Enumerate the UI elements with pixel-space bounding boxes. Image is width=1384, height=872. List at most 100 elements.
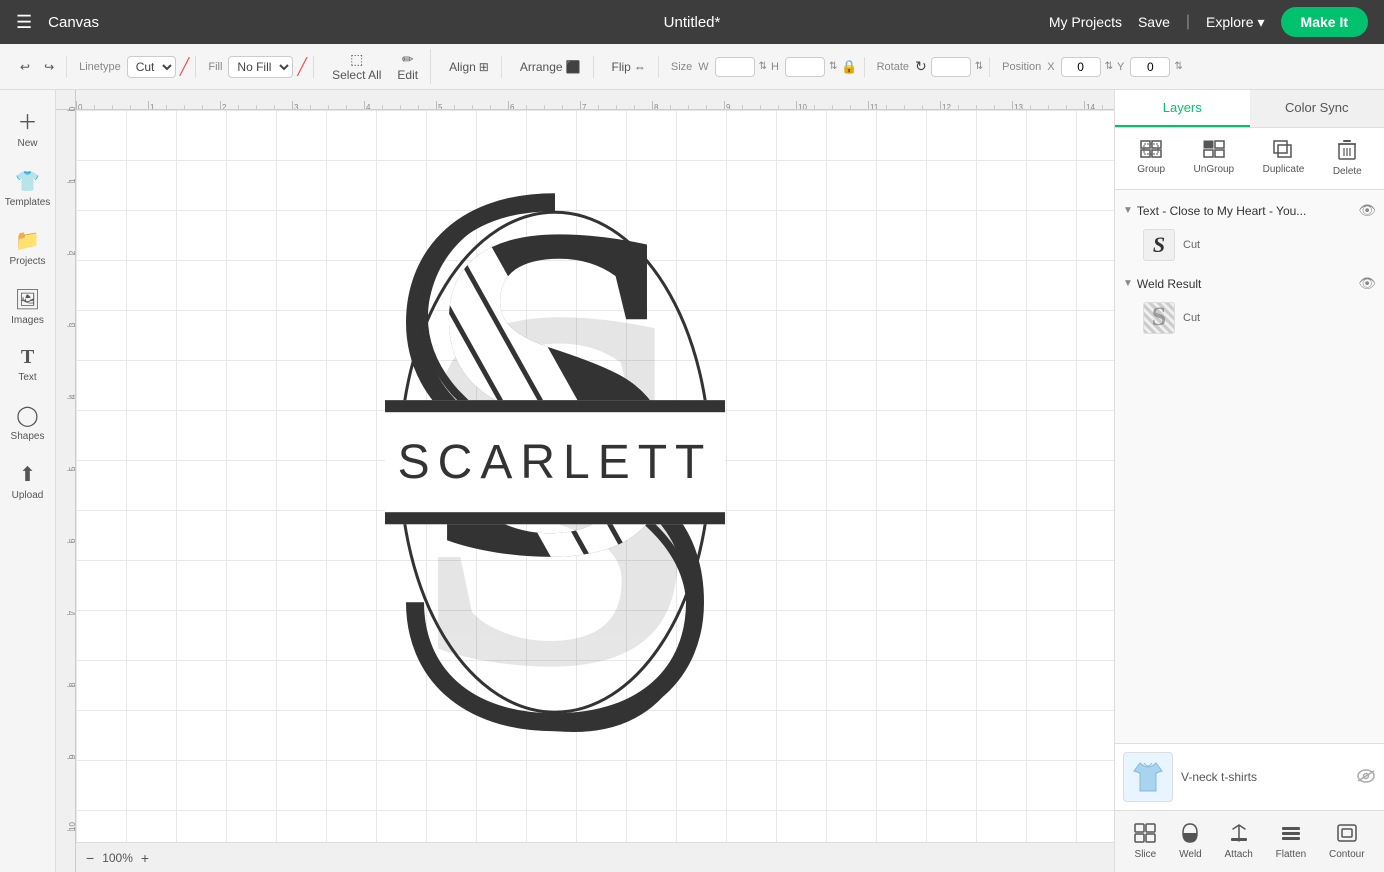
position-group: Position X ⇅ Y ⇅	[996, 57, 1189, 77]
sidebar-item-templates[interactable]: 👕 Templates	[3, 161, 53, 216]
flatten-button[interactable]: Flatten	[1268, 819, 1315, 864]
h-label: H	[771, 61, 779, 73]
images-label: Images	[11, 315, 44, 326]
images-icon: 🖼	[15, 287, 40, 312]
tab-color-sync-label: Color Sync	[1285, 100, 1349, 115]
edit-label: Edit	[397, 68, 418, 82]
layer-group-weld-header[interactable]: ▼ Weld Result 👁	[1115, 271, 1384, 296]
duplicate-button[interactable]: Duplicate	[1255, 136, 1313, 181]
x-label: X	[1047, 61, 1054, 73]
zoom-out-button[interactable]: −	[86, 850, 94, 866]
zoom-in-button[interactable]: +	[141, 850, 149, 866]
slice-label: Slice	[1135, 849, 1157, 860]
group-button[interactable]: Group	[1129, 136, 1173, 181]
delete-button[interactable]: Delete	[1325, 136, 1370, 181]
size-arrows-w: ⇅	[759, 61, 767, 72]
flatten-icon	[1280, 823, 1302, 846]
width-input[interactable]	[715, 57, 755, 77]
ungroup-button[interactable]: UnGroup	[1186, 136, 1243, 181]
hamburger-menu-icon[interactable]: ☰	[16, 12, 32, 33]
sidebar-item-projects[interactable]: 📁 Projects	[3, 220, 53, 275]
edit-icon: ✏	[402, 51, 414, 68]
layer-group-text: ▼ Text - Close to My Heart - You... 👁 S …	[1115, 198, 1384, 267]
tab-layers[interactable]: Layers	[1115, 90, 1250, 127]
undo-button[interactable]: ↩	[14, 56, 36, 78]
flip-group: Flip ⇔	[600, 56, 659, 78]
arrange-icon: ⬛	[566, 60, 581, 74]
fill-label: Fill	[208, 61, 222, 73]
save-link[interactable]: Save	[1138, 14, 1170, 30]
sidebar-item-text[interactable]: T Text	[3, 338, 53, 391]
duplicate-label: Duplicate	[1263, 164, 1305, 175]
toolbar: ↩ ↪ Linetype Cut ╱ Fill No Fill ╱ ⬚ Sele…	[0, 44, 1384, 90]
design-container[interactable]: S S	[355, 182, 755, 747]
delete-icon	[1338, 140, 1356, 163]
height-input[interactable]	[785, 57, 825, 77]
preview-eye-slash-icon[interactable]	[1356, 769, 1376, 786]
size-arrows-h: ⇅	[829, 61, 837, 72]
flip-button[interactable]: Flip ⇔	[606, 56, 652, 78]
layer-actions: Group UnGroup	[1115, 128, 1384, 190]
weld-label: Weld	[1179, 849, 1202, 860]
vertical-ruler: 012345678910	[56, 110, 76, 872]
tab-layers-label: Layers	[1163, 100, 1202, 115]
y-arrows: ⇅	[1174, 61, 1182, 72]
my-projects-link[interactable]: My Projects	[1049, 14, 1122, 30]
canvas-white[interactable]: S S	[76, 110, 1114, 842]
align-button[interactable]: Align ⊞	[443, 56, 495, 78]
linetype-label: Linetype	[79, 61, 121, 73]
layer-item-s-text[interactable]: S Cut	[1115, 223, 1384, 267]
sidebar-item-images[interactable]: 🖼 Images	[3, 279, 53, 334]
design-svg: S S	[355, 182, 755, 742]
contour-icon	[1336, 823, 1358, 846]
lock-icon[interactable]: 🔒	[841, 59, 857, 75]
new-label: New	[17, 138, 37, 149]
y-input[interactable]	[1130, 57, 1170, 77]
rotate-group: Rotate ↻ ⇅	[871, 57, 991, 77]
attach-button[interactable]: Attach	[1217, 819, 1261, 864]
flip-icon: ⇔	[634, 60, 646, 74]
select-all-button[interactable]: ⬚ Select All	[326, 49, 387, 84]
edit-button[interactable]: ✏ Edit	[391, 49, 424, 84]
canvas-area[interactable]: 01234567891011121314 012345678910 S	[56, 90, 1114, 872]
arrange-button[interactable]: Arrange ⬛	[514, 56, 587, 78]
chevron-down-icon-weld: ▼	[1123, 278, 1133, 289]
sidebar-item-upload[interactable]: ⬆ Upload	[3, 454, 53, 509]
undo-redo-group: ↩ ↪	[8, 56, 67, 78]
sidebar-item-shapes[interactable]: ◯ Shapes	[3, 395, 53, 450]
text-icon: T	[21, 346, 34, 369]
x-input[interactable]	[1061, 57, 1101, 77]
layer-thumb-weld: S	[1143, 302, 1175, 334]
arrange-group: Arrange ⬛	[508, 56, 594, 78]
contour-button[interactable]: Contour	[1321, 819, 1373, 864]
rotate-input[interactable]	[931, 57, 971, 77]
panel-tabs: Layers Color Sync	[1115, 90, 1384, 128]
slice-button[interactable]: Slice	[1126, 819, 1164, 864]
fill-color-swatch: ╱	[297, 57, 307, 77]
document-title: Untitled*	[664, 14, 721, 31]
layer-type-weld: Cut	[1183, 312, 1200, 324]
linetype-group: Linetype Cut ╱	[73, 56, 196, 78]
layer-eye-icon-weld[interactable]: 👁	[1358, 275, 1376, 292]
tab-color-sync[interactable]: Color Sync	[1250, 90, 1384, 127]
x-arrows: ⇅	[1105, 61, 1113, 72]
fill-select[interactable]: No Fill	[228, 56, 293, 78]
weld-button[interactable]: Weld	[1171, 819, 1210, 864]
arrange-label: Arrange	[520, 60, 563, 74]
flip-label: Flip	[612, 60, 631, 74]
explore-button[interactable]: Explore ▾	[1206, 14, 1265, 31]
main-layout: ＋ New 👕 Templates 📁 Projects 🖼 Images T …	[0, 90, 1384, 872]
layer-type-s: Cut	[1183, 239, 1200, 251]
preview-label: V-neck t-shirts	[1181, 770, 1348, 784]
layer-group-text-header[interactable]: ▼ Text - Close to My Heart - You... 👁	[1115, 198, 1384, 223]
layer-eye-icon[interactable]: 👁	[1358, 202, 1376, 219]
nav-divider: |	[1186, 13, 1190, 31]
layer-item-weld[interactable]: S Cut	[1115, 296, 1384, 340]
make-it-button[interactable]: Make It	[1281, 7, 1368, 37]
linetype-select[interactable]: Cut	[127, 56, 176, 78]
preview-section: V-neck t-shirts	[1115, 743, 1384, 810]
upload-icon: ⬆	[19, 462, 36, 487]
templates-icon: 👕	[15, 169, 40, 194]
sidebar-item-new[interactable]: ＋ New	[3, 98, 53, 157]
redo-button[interactable]: ↪	[38, 56, 60, 78]
